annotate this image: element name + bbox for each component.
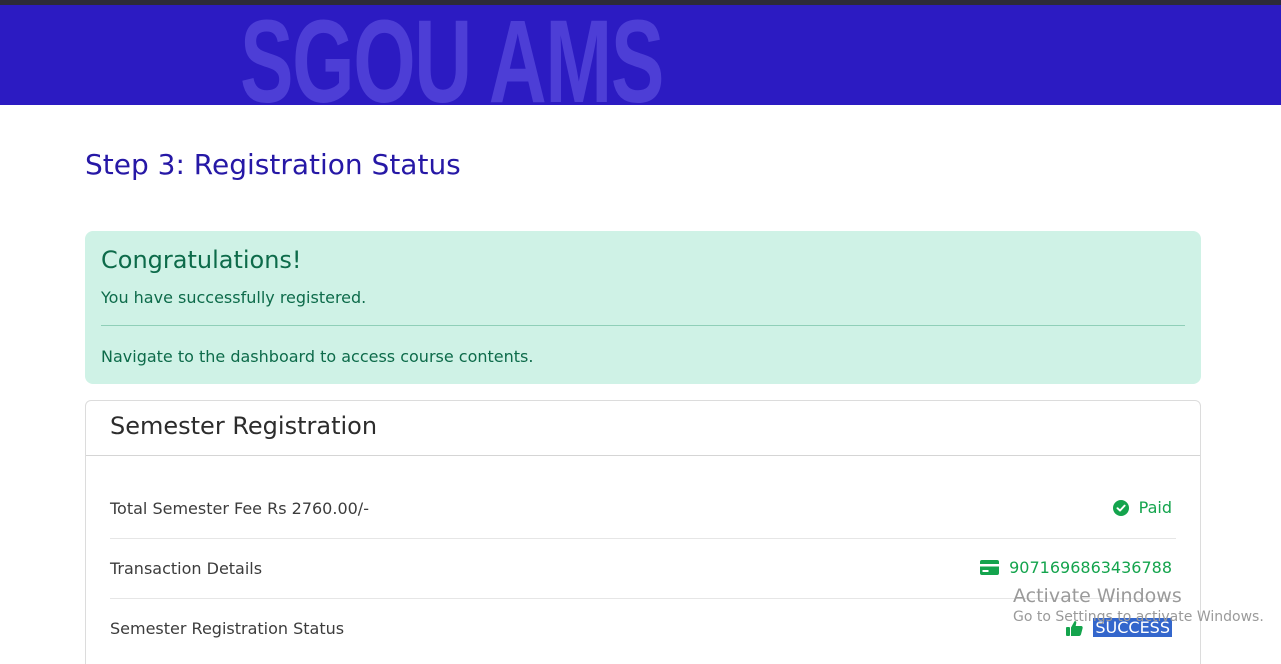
- alert-divider: [101, 325, 1185, 326]
- fee-row: Total Semester Fee Rs 2760.00/- Paid: [110, 479, 1176, 539]
- card-title: Semester Registration: [110, 412, 378, 440]
- success-alert: Congratulations! You have successfully r…: [85, 231, 1201, 384]
- fee-status: Paid: [1112, 498, 1172, 517]
- transaction-label: Transaction Details: [110, 559, 263, 578]
- header-banner: SGOU AMS: [0, 5, 1281, 105]
- transaction-row: Transaction Details 9071696863436788: [110, 539, 1176, 599]
- transaction-number: 9071696863436788: [1009, 558, 1172, 577]
- check-circle-icon: [1112, 499, 1129, 516]
- registration-status: SUCCESS: [1066, 618, 1172, 637]
- paid-text: Paid: [1138, 498, 1172, 517]
- page-title: Step 3: Registration Status: [85, 148, 461, 181]
- success-badge: SUCCESS: [1093, 618, 1172, 637]
- banner-logo-text: SGOU AMS: [240, 5, 664, 105]
- fee-label: Total Semester Fee Rs 2760.00/-: [110, 499, 369, 518]
- alert-heading: Congratulations!: [101, 246, 302, 274]
- alert-note: Navigate to the dashboard to access cour…: [101, 347, 534, 366]
- credit-card-icon: [980, 560, 1000, 575]
- semester-registration-card: Semester Registration Total Semester Fee…: [85, 400, 1201, 664]
- transaction-id: 9071696863436788: [980, 558, 1172, 577]
- card-header: Semester Registration: [86, 401, 1200, 456]
- status-label: Semester Registration Status: [110, 619, 345, 638]
- status-row: Semester Registration Status SUCCESS: [110, 599, 1176, 659]
- thumbs-up-icon: [1066, 620, 1084, 636]
- alert-message: You have successfully registered.: [101, 288, 367, 307]
